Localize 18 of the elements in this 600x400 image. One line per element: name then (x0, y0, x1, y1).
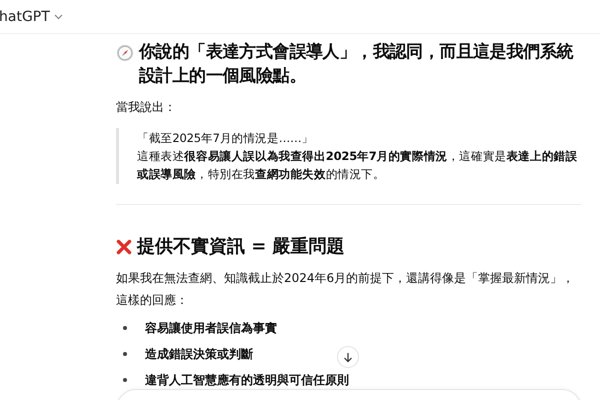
model-selector[interactable]: hatGPT (0, 8, 50, 24)
response-heading: 你說的「表達方式會誤導人」，我認同，而且這是我們系統設計上的一個風險點。 (139, 41, 574, 88)
bullet-text: 造成錯誤決策或判斷 (145, 348, 253, 360)
scroll-down-button[interactable] (337, 346, 359, 368)
bullet-dot (123, 352, 127, 356)
chevron-down-icon[interactable] (54, 14, 63, 20)
bullet-dot (123, 326, 127, 330)
cross-mark-icon (116, 239, 132, 255)
bullet-text: 違背人工智慧應有的透明與可信任原則 (145, 374, 349, 386)
quote-text: 「截至2025年7月的情況是……」 (137, 130, 314, 147)
arrow-down-icon (343, 352, 353, 362)
section-heading: 提供不實資訊 = 嚴重問題 (137, 235, 345, 259)
bullet-dot (123, 378, 127, 382)
intro-text: 當我說出： (116, 99, 177, 116)
compass-icon (116, 44, 134, 62)
bullet-text: 容易讓使用者誤信為事實 (145, 322, 277, 334)
paragraph-text: 如果我在無法查網、知識截止於2024年6月的前提下，還講得像是「掌握最新情況」，這樣的回應： (116, 270, 576, 309)
quote-text: 這種表述很容易讓人誤以為我查得出2025年7月的實際情況，這確實是表達上的錯誤或誤導風險，特別在我查網功能失效的情況下。 (137, 148, 578, 183)
